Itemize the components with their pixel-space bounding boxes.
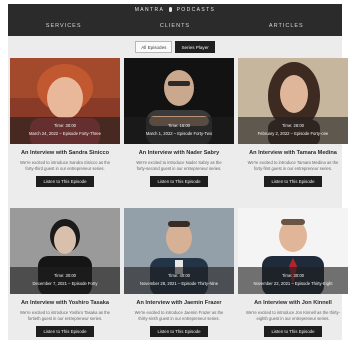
description-line: forty-second guest in our entrepreneur s…	[136, 165, 222, 171]
guest-photo[interactable]: Time: 15:00 March 1, 2022 – Episode Fort…	[124, 58, 234, 144]
listen-button[interactable]: Listen to This Episode	[264, 326, 322, 338]
episode-date: March 1, 2022 – Episode Forty-Two	[145, 131, 213, 136]
listen-button[interactable]: Listen to This Episode	[150, 326, 208, 338]
series-player-button[interactable]: Series Player	[175, 41, 215, 53]
episode-time: Time: 30:00	[282, 273, 304, 278]
episode-time: Time: 30:00	[54, 123, 76, 128]
episode-description: We're excited to introduce Tamara Medina…	[244, 160, 342, 171]
episode-title[interactable]: An Interview with Nader Sabry	[124, 150, 234, 156]
episode-card: Time: 30:00 March 24, 2022 – Episode For…	[10, 58, 120, 188]
microphone-icon	[168, 7, 172, 12]
brand-logo[interactable]: MANTRA PODCASTS	[8, 7, 342, 13]
episode-description: We're excited to introduce Jaemin Frazer…	[130, 310, 228, 321]
episode-date: February 2, 2022 – Episode Forty-one	[257, 131, 329, 136]
description-line: fortieth guest in our entrepreneur serie…	[27, 315, 103, 321]
episode-title[interactable]: An Interview with Tamara Medina	[238, 150, 348, 156]
episode-date: December 7, 2021 – Episode Forty	[32, 281, 98, 286]
episode-info-overlay: Time: 30:00 March 24, 2022 – Episode For…	[10, 117, 120, 144]
description-line: We're excited to introduce Tamara Medina…	[247, 160, 339, 165]
description-line: forty-first guest in our entrepreneur se…	[254, 165, 332, 171]
episode-card: Time: 30:00 December 7, 2021 – Episode F…	[10, 208, 120, 338]
episodes-section: All Episodes Series Player Time: 30:00 M…	[8, 36, 348, 340]
nav-services[interactable]: SERVICES	[8, 16, 119, 36]
description-line: We're excited to introduce Yoshiro Tasak…	[19, 310, 111, 315]
nav-clients[interactable]: CLIENTS	[119, 16, 230, 36]
brand-suffix: PODCASTS	[176, 7, 216, 13]
episode-description: We're excited to introduce Jon Kinnell a…	[244, 310, 342, 321]
main-nav: SERVICES CLIENTS ARTICLES	[8, 16, 342, 36]
episode-card: Time: 26:00 February 2, 2022 – Episode F…	[238, 58, 348, 188]
description-line: forty-third guest in our entrepreneur se…	[25, 165, 105, 171]
episode-card: Time: 30:00 November 22, 2021 – Episode …	[238, 208, 348, 338]
episode-title[interactable]: An Interview with Yoshiro Tasaka	[10, 300, 120, 306]
episode-title[interactable]: An Interview with Jaemin Frazer	[124, 300, 234, 306]
episode-time: Time: 15:00	[168, 123, 190, 128]
guest-photo[interactable]: Time: 30:00 March 24, 2022 – Episode For…	[10, 58, 120, 144]
episode-card: Time: 40:00 November 28, 2021 – Episode …	[124, 208, 234, 338]
episode-card: Time: 15:00 March 1, 2022 – Episode Fort…	[124, 58, 234, 188]
episode-time: Time: 30:00	[54, 273, 76, 278]
episode-title[interactable]: An Interview with Sandra Sinicco	[10, 150, 120, 156]
description-line: We're excited to introduce Jaemin Frazer…	[134, 310, 224, 315]
episode-description: We're excited to introduce Yoshiro Tasak…	[16, 310, 114, 321]
listen-button[interactable]: Listen to This Episode	[36, 176, 94, 188]
episode-info-overlay: Time: 26:00 February 2, 2022 – Episode F…	[238, 117, 348, 144]
episode-info-overlay: Time: 40:00 November 28, 2021 – Episode …	[124, 267, 234, 294]
episode-info-overlay: Time: 30:00 December 7, 2021 – Episode F…	[10, 267, 120, 294]
brand-name: MANTRA	[134, 7, 164, 13]
episode-title[interactable]: An Interview with Jon Kinnell	[238, 300, 348, 306]
all-episodes-button[interactable]: All Episodes	[135, 41, 173, 53]
listen-button[interactable]: Listen to This Episode	[36, 326, 94, 338]
episode-description: We're excited to introduce Nader Sabry a…	[130, 160, 228, 171]
listen-button[interactable]: Listen to This Episode	[264, 176, 322, 188]
description-line: We're excited to introduce Jon Kinnell a…	[245, 310, 341, 315]
description-line: eighth guest in our entrepreneur series.	[256, 315, 330, 321]
listen-button[interactable]: Listen to This Episode	[150, 176, 208, 188]
episode-info-overlay: Time: 15:00 March 1, 2022 – Episode Fort…	[124, 117, 234, 144]
guest-photo[interactable]: Time: 30:00 November 22, 2021 – Episode …	[238, 208, 348, 294]
guest-photo[interactable]: Time: 30:00 December 7, 2021 – Episode F…	[10, 208, 120, 294]
description-line: thirty-ninth guest in our entrepreneur s…	[138, 315, 220, 321]
episode-date: March 24, 2022 – Episode Forty-Three	[29, 131, 101, 136]
episode-time: Time: 26:00	[282, 123, 304, 128]
episode-time: Time: 40:00	[168, 273, 190, 278]
episode-description: We're excited to introduce Sandra Sinicc…	[16, 160, 114, 171]
guest-photo[interactable]: Time: 40:00 November 28, 2021 – Episode …	[124, 208, 234, 294]
episode-filters: All Episodes Series Player	[8, 41, 342, 53]
description-line: We're excited to introduce Sandra Sinicc…	[19, 160, 111, 165]
episode-date: November 22, 2021 – Episode Thirty-Eight	[253, 281, 333, 286]
guest-photo[interactable]: Time: 26:00 February 2, 2022 – Episode F…	[238, 58, 348, 144]
episode-date: November 28, 2021 – Episode Thirty-Nine	[139, 281, 219, 286]
description-line: We're excited to introduce Nader Sabry a…	[136, 160, 222, 165]
nav-articles[interactable]: ARTICLES	[231, 16, 342, 36]
site-header: MANTRA PODCASTS SERVICES CLIENTS ARTICLE…	[8, 4, 342, 36]
episode-info-overlay: Time: 30:00 November 22, 2021 – Episode …	[238, 267, 348, 294]
